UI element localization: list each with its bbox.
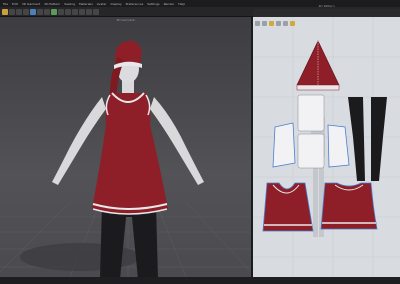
edit-point-icon[interactable] [269, 21, 274, 26]
menu-3d-garment[interactable]: 3D Garment [22, 2, 40, 6]
select-icon[interactable] [30, 8, 36, 15]
pin-icon[interactable] [65, 8, 71, 15]
undo-icon[interactable] [16, 8, 22, 15]
menu-preferences[interactable]: Preferences [126, 2, 144, 6]
avatar-left-arm [52, 97, 106, 185]
2d-tool-icons [255, 21, 295, 26]
bodice-front-pattern [297, 94, 325, 132]
avatar-icon[interactable] [93, 8, 99, 15]
menu-edit[interactable]: Edit [12, 2, 18, 6]
simulate-icon[interactable] [51, 8, 57, 15]
sleeve-left-pattern [272, 122, 296, 168]
fold-icon[interactable] [58, 8, 64, 15]
menu-sewing[interactable]: Sewing [64, 2, 75, 6]
sleeve-right-pattern [327, 124, 350, 168]
3d-viewport-title: 3D Garment [116, 18, 135, 22]
bodice-back-pattern [297, 133, 325, 169]
folder-icon[interactable] [290, 21, 295, 26]
pants-right-pattern [371, 97, 387, 181]
layer-icon[interactable] [283, 21, 288, 26]
save-icon[interactable] [9, 8, 15, 15]
pattern-board [253, 17, 400, 277]
measure-icon[interactable] [72, 8, 78, 15]
redo-icon[interactable] [23, 8, 29, 15]
menu-help[interactable]: Help [178, 2, 185, 6]
pants-left-pattern [348, 97, 365, 181]
open-icon[interactable] [2, 8, 8, 15]
menu-2d-pattern[interactable]: 2D Pattern [44, 2, 60, 6]
arrow-icon[interactable] [255, 21, 260, 26]
hat-brim-pattern [296, 84, 340, 91]
3d-viewport[interactable]: 3D Garment [0, 17, 251, 277]
menu-settings[interactable]: Settings [147, 2, 159, 6]
move-icon[interactable] [37, 8, 43, 15]
camera-icon[interactable] [79, 8, 85, 15]
menu-render[interactable]: Render [164, 2, 175, 6]
texture-icon[interactable] [86, 8, 92, 15]
tack-icon[interactable] [44, 8, 50, 15]
menu-materials[interactable]: Materials [79, 2, 93, 6]
pants-3d [100, 205, 158, 277]
hat-pattern [296, 40, 340, 86]
2d-viewport-title: 2D Pattern [318, 4, 335, 8]
3d-scene [0, 40, 251, 277]
dress-front-pattern [262, 182, 314, 232]
segment-icon[interactable] [276, 21, 281, 26]
menu-display[interactable]: Display [111, 2, 122, 6]
menu-file[interactable]: File [3, 2, 8, 6]
pan-icon[interactable] [262, 21, 267, 26]
menu-avatar[interactable]: Avatar [97, 2, 107, 6]
2d-viewport-header: 2D Pattern [253, 4, 400, 17]
2d-pattern-viewport[interactable] [253, 17, 400, 277]
status-bar [0, 277, 400, 284]
